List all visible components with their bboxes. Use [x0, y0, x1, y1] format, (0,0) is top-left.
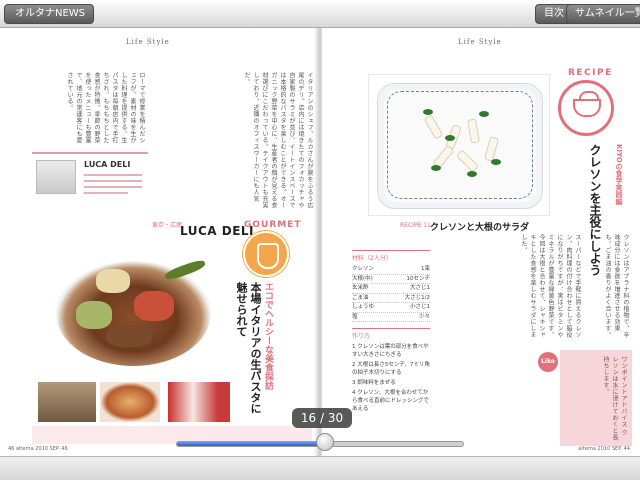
- page-footer-right: alterna 2010 SEP. 44: [578, 446, 630, 452]
- article-text-block: クレソンはアブラナ科の植物で、辛味成分には食欲を増進させる効果も。ごま油の香りが…: [604, 234, 629, 338]
- ingredient-row: クレソン 1束: [352, 265, 430, 275]
- section-label: Life Style: [126, 38, 170, 46]
- shop-info-box: LUCA DELI: [32, 152, 148, 210]
- right-page[interactable]: Life Style RECIPE 11 クレソンと大根のサラダ RECIPE: [322, 28, 640, 456]
- ingredient-row: 塩少々: [352, 313, 430, 322]
- info-line: [84, 186, 142, 188]
- section-label: Life Style: [458, 38, 502, 46]
- recipe-label: RECIPE: [568, 68, 613, 78]
- ingredients-list: 材料（2人分） クレソン 1束 大根(中) 10センチ 玄米酢 大さじ1 ごま油 大さじ…: [352, 250, 430, 322]
- salad-dish-photo: [368, 74, 550, 216]
- step-item: 3 調味料をまぜる: [352, 380, 396, 386]
- ingredient-row: しょうゆ 小さじ1: [352, 303, 430, 313]
- info-line: [84, 174, 142, 176]
- shop-info-title: LUCA DELI: [84, 160, 131, 169]
- left-page[interactable]: Life Style ローマで修業を積んだシェフが、素材の味を生かした料理を提供…: [0, 28, 318, 456]
- page-footer-left: 46 alterna 2010 SEP. 46: [8, 446, 68, 452]
- ingredients-heading: 材料（2人分）: [352, 250, 430, 262]
- step-item: 2 大根は長さ5センチ、7ミリ角の拍子木切りにする: [352, 362, 430, 376]
- recipe-title: クレソンと大根のサラダ: [430, 223, 530, 233]
- top-toolbar: オルタナNEWS 目次 サムネイル一覧: [0, 0, 640, 28]
- article-text-block: ローマで修業を積んだシェフが、素材の味を生かした料理を提供する。生パスタは毎朝店…: [66, 72, 145, 144]
- liko-badge: Liko: [538, 352, 558, 372]
- thumbnails-button[interactable]: サムネイル一覧: [566, 4, 640, 24]
- info-line: [84, 180, 142, 182]
- headline-main: 本場イタリアの生パスタに魅せられて: [235, 282, 262, 414]
- shop-photo: [36, 160, 76, 194]
- page-slider-thumb[interactable]: [315, 433, 334, 451]
- steps-heading: 作り方: [352, 328, 430, 340]
- ingredient-row: ごま油 大さじ1/2: [352, 294, 430, 303]
- info-line: [84, 192, 128, 194]
- steps-list: 作り方 1 クレソンは葉の部分を食べやすい大きさにちぎる 2 大根は長さ5センチ…: [352, 328, 430, 415]
- gourmet-label: GOURMET: [244, 220, 302, 230]
- pasta-photo: [100, 382, 160, 422]
- article-text-block: イタリアンのシェフ、ルカさんが腕をふるう広尾のデリ。店内には焼きたてのフォカッチ…: [243, 72, 313, 209]
- chef-photo: [38, 382, 96, 422]
- back-button[interactable]: オルタナNEWS: [4, 4, 95, 24]
- ingredient-row: 大根(中) 10センチ: [352, 275, 430, 284]
- headline-sub: エコでヘルシーな美食探訪: [263, 282, 273, 390]
- recipe-icon: [558, 80, 614, 136]
- ingredient-row: 玄米酢 大さじ1: [352, 284, 430, 294]
- shop-name-title: LUCA DELI: [180, 224, 255, 238]
- pasta-dish-photo: [36, 241, 229, 376]
- interior-photo: [168, 382, 230, 422]
- magazine-viewer: オルタナNEWS 目次 サムネイル一覧 Life Style ローマで修業を積ん…: [0, 0, 640, 480]
- bottom-toolbar: [0, 456, 640, 480]
- page-slider-fill: [177, 442, 326, 446]
- gourmet-icon: [243, 231, 289, 277]
- step-item: 1 クレソンは葉の部分を食べやすい大きさにちぎる: [352, 344, 429, 358]
- recipe-number: RECIPE 11: [400, 222, 431, 229]
- page-indicator: 16 / 30: [292, 408, 352, 428]
- page-spread[interactable]: Life Style ローマで修業を積んだシェフが、素材の味を生かした料理を提供…: [0, 28, 640, 456]
- step-item: 4 クレソン、大根を合わせてから食べる直前にドレッシングであえる: [352, 390, 430, 412]
- shop-location: 東京・広尾: [152, 222, 183, 229]
- column-box: ワンポイントアドバイス クレソンは水に浸けておくと長持ちします。: [560, 350, 632, 446]
